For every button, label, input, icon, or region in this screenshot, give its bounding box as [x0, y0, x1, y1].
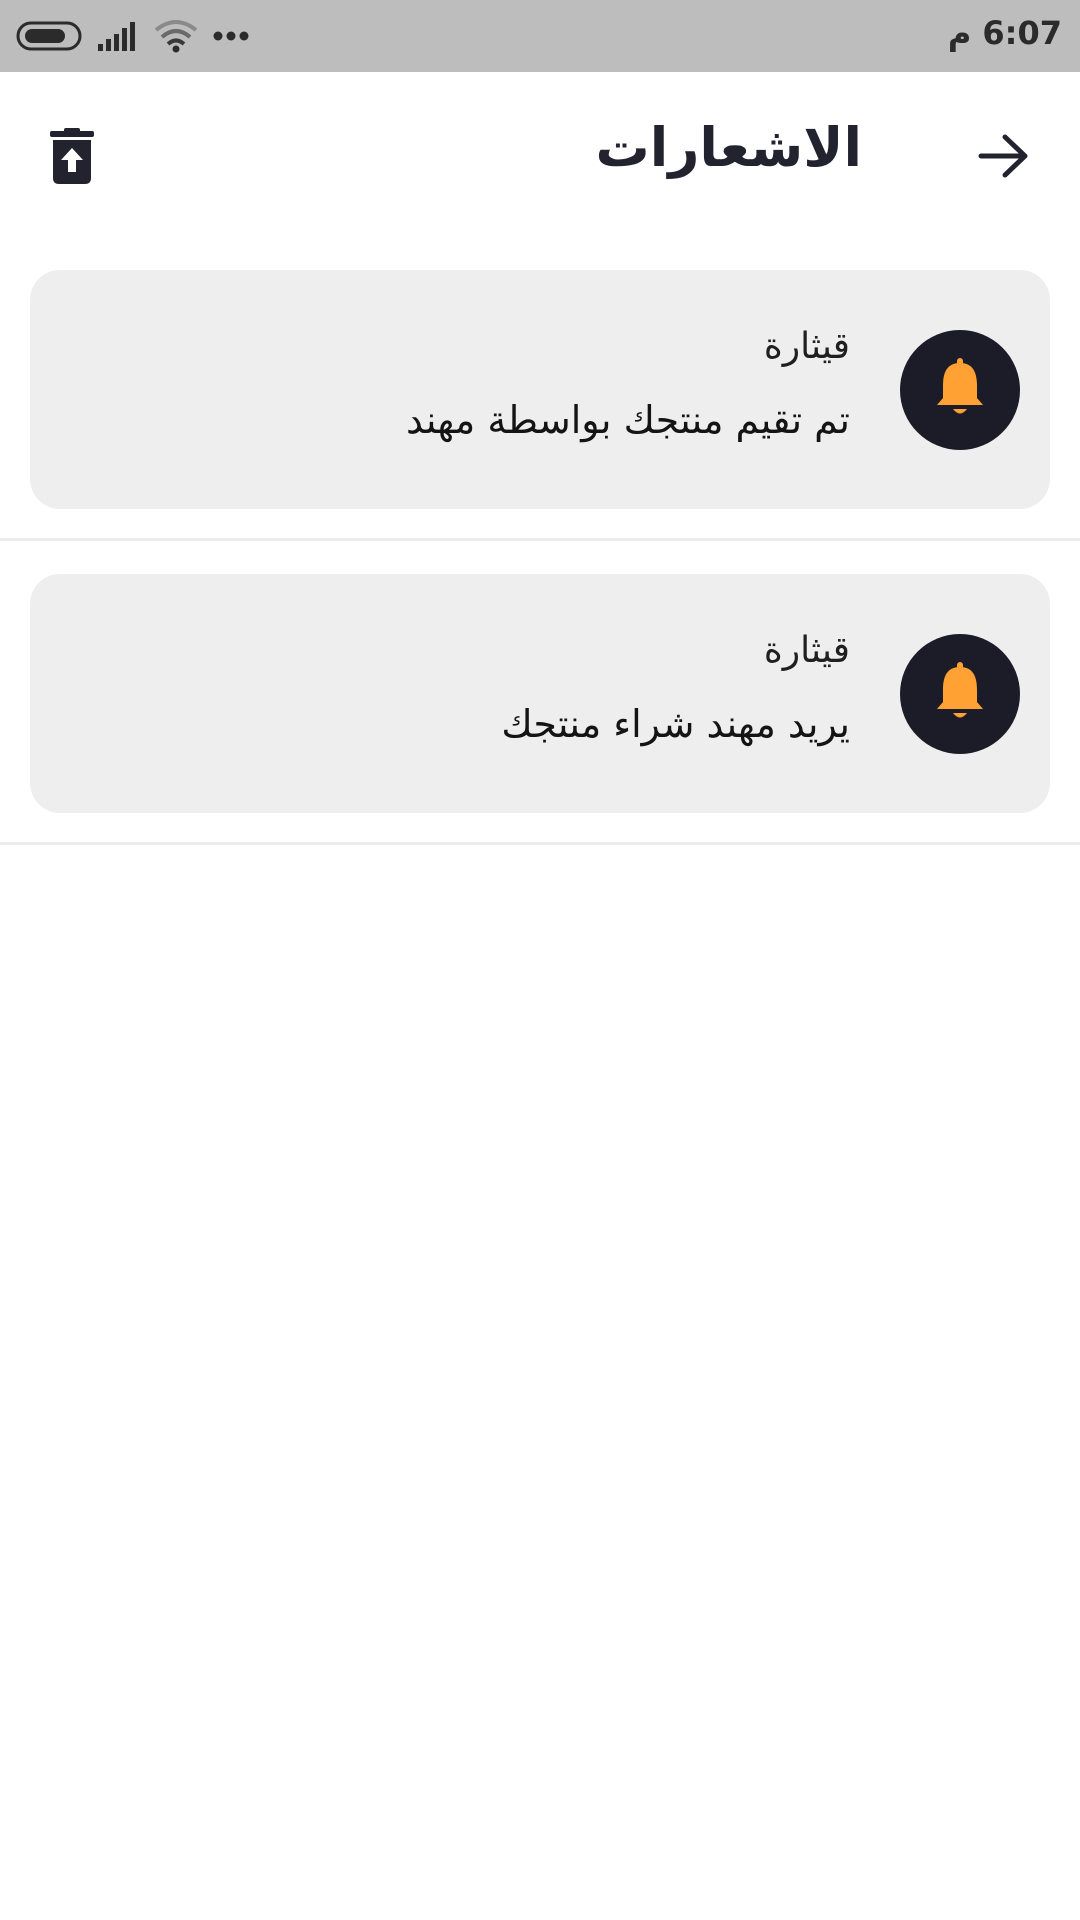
signal-icon	[96, 20, 140, 52]
notification-card[interactable]: قيثارة تم تقيم منتجك بواسطة مهند	[30, 270, 1050, 509]
app-header: الاشعارات	[0, 72, 1080, 237]
arrow-right-icon	[977, 132, 1031, 184]
notification-title: قيثارة	[763, 630, 850, 671]
notification-badge	[900, 330, 1020, 450]
notification-message: يريد مهند شراء منتجك	[501, 702, 850, 746]
notification-item: قيثارة تم تقيم منتجك بواسطة مهند	[0, 237, 1080, 541]
status-icons	[16, 18, 250, 54]
status-time: 6:07 م	[947, 14, 1062, 52]
notification-card[interactable]: قيثارة يريد مهند شراء منتجك	[30, 574, 1050, 813]
notification-item: قيثارة يريد مهند شراء منتجك	[0, 541, 1080, 845]
bell-icon	[934, 358, 986, 422]
notification-badge	[900, 634, 1020, 754]
status-bar: 6:07 م	[0, 0, 1080, 72]
back-button[interactable]	[972, 126, 1036, 190]
battery-icon	[16, 21, 82, 51]
notification-title: قيثارة	[763, 326, 850, 367]
page-title: الاشعارات	[595, 116, 862, 179]
notification-message: تم تقيم منتجك بواسطة مهند	[405, 398, 850, 442]
notification-list: قيثارة تم تقيم منتجك بواسطة مهند قيثارة …	[0, 237, 1080, 845]
bell-icon	[934, 662, 986, 726]
more-dots-icon	[212, 30, 250, 42]
wifi-icon	[154, 18, 198, 54]
trash-restore-icon	[50, 128, 94, 188]
delete-all-button[interactable]	[42, 122, 102, 194]
